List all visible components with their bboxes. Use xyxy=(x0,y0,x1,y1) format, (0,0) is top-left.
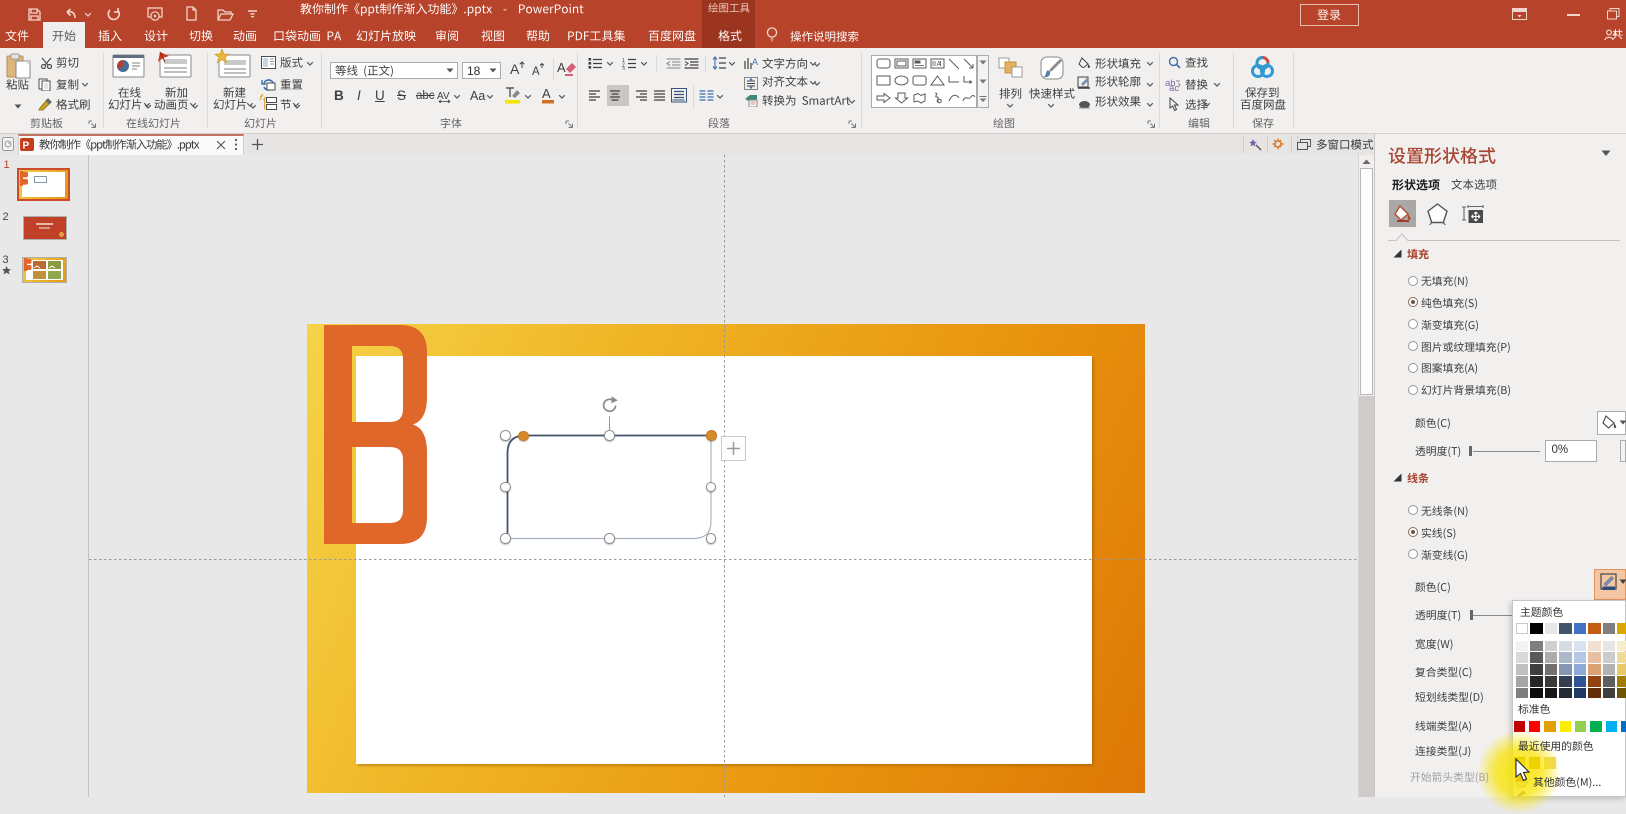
svg-text:A: A xyxy=(542,86,551,101)
svg-text:3: 3 xyxy=(622,67,625,71)
svg-text:A: A xyxy=(752,57,758,67)
svg-text:A: A xyxy=(937,61,942,68)
svg-text:P: P xyxy=(23,141,30,152)
svg-text:ac: ac xyxy=(1169,83,1179,91)
svg-text:A: A xyxy=(557,60,566,75)
svg-text:A: A xyxy=(532,66,540,78)
svg-text:A: A xyxy=(510,61,520,77)
